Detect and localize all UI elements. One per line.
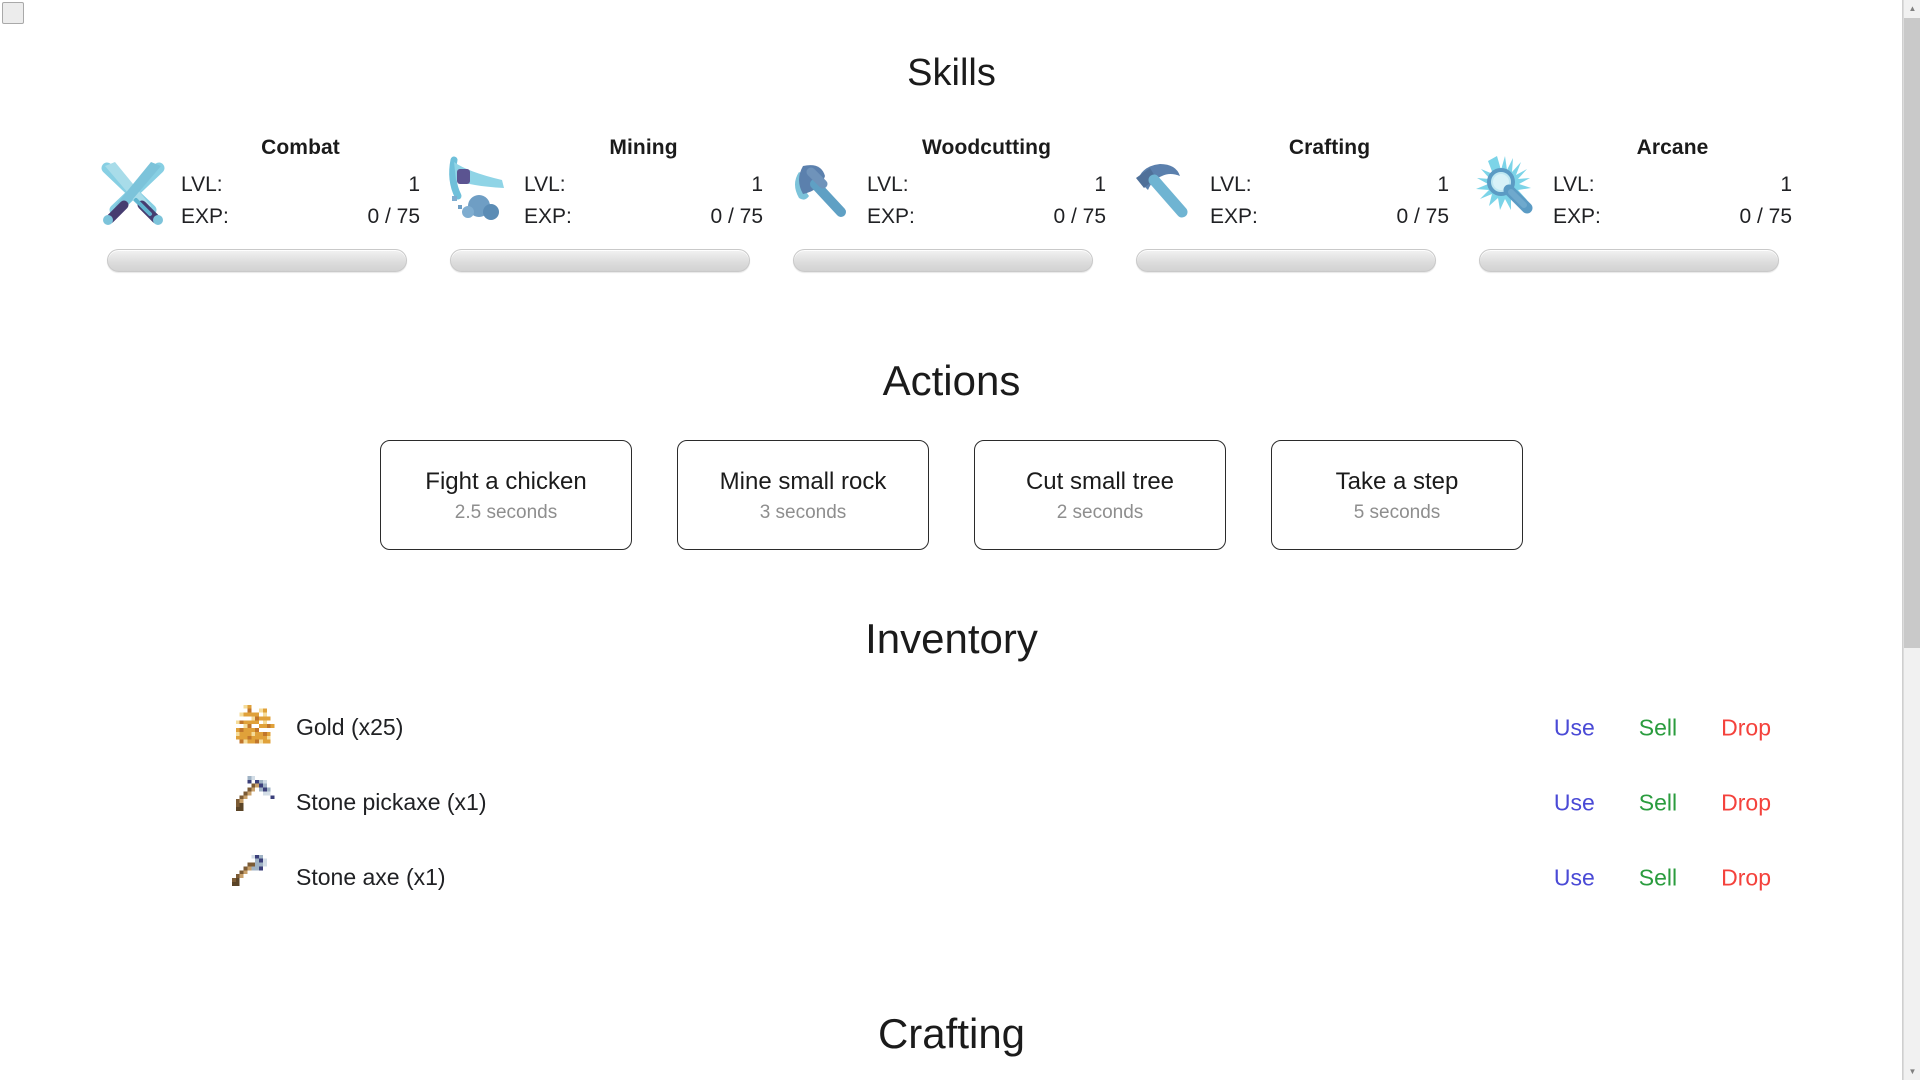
skill-name: Combat bbox=[261, 136, 340, 159]
action-label: Fight a chicken bbox=[425, 467, 587, 495]
use-button[interactable]: Use bbox=[1554, 789, 1595, 816]
skill-name: Arcane bbox=[1636, 136, 1709, 159]
skill-exp-line: EXP: 0 / 75 bbox=[524, 205, 763, 229]
exp-label: EXP: bbox=[867, 205, 915, 229]
skill-name: Crafting bbox=[1288, 136, 1371, 159]
inventory-list: Gold (x25) Use Sell Drop Stone pickaxe (… bbox=[0, 690, 1902, 915]
inventory-item-name: Stone axe (x1) bbox=[296, 864, 446, 890]
drop-button[interactable]: Drop bbox=[1721, 714, 1771, 741]
gold-coins-icon bbox=[228, 697, 290, 759]
page-viewport: Skills Combat LVL: 1 EXP: 0 / 75 Mining … bbox=[0, 0, 1903, 1080]
action-duration: 2.5 seconds bbox=[454, 501, 558, 523]
stone-pickaxe-icon bbox=[228, 772, 290, 834]
action-button-take-a-step[interactable]: Take a step 5 seconds bbox=[1271, 440, 1523, 550]
skill-name: Mining bbox=[609, 136, 678, 159]
exp-value: 0 / 75 bbox=[1396, 205, 1449, 229]
corner-control-box[interactable] bbox=[2, 2, 24, 24]
exp-value: 0 / 75 bbox=[710, 205, 763, 229]
scroll-down-arrow-icon[interactable]: ▼ bbox=[1904, 1063, 1920, 1080]
exp-label: EXP: bbox=[1210, 205, 1258, 229]
game-window: Skills Combat LVL: 1 EXP: 0 / 75 Mining … bbox=[0, 0, 1920, 1080]
skill-exp-line: EXP: 0 / 75 bbox=[181, 205, 420, 229]
xp-progress-bar bbox=[1136, 249, 1436, 273]
skill-level-line: LVL: 1 bbox=[1553, 173, 1792, 197]
exp-label: EXP: bbox=[524, 205, 572, 229]
action-duration: 2 seconds bbox=[1056, 501, 1144, 523]
skills-row: Combat LVL: 1 EXP: 0 / 75 Mining LVL: 1 … bbox=[95, 136, 1810, 273]
skill-level-line: LVL: 1 bbox=[524, 173, 763, 197]
action-button-fight-a-chicken[interactable]: Fight a chicken 2.5 seconds bbox=[380, 440, 632, 550]
use-button[interactable]: Use bbox=[1554, 714, 1595, 741]
magic-wand-icon bbox=[1467, 150, 1543, 226]
drop-button[interactable]: Drop bbox=[1721, 789, 1771, 816]
action-button-mine-small-rock[interactable]: Mine small rock 3 seconds bbox=[677, 440, 929, 550]
pickaxe-icon bbox=[438, 150, 514, 226]
lvl-value: 1 bbox=[1094, 173, 1106, 196]
xp-progress-bar bbox=[793, 249, 1093, 273]
skill-card-mining: Mining LVL: 1 EXP: 0 / 75 bbox=[438, 136, 781, 273]
actions-row: Fight a chicken 2.5 seconds Mine small r… bbox=[0, 440, 1902, 550]
inventory-row-actions: Use Sell Drop bbox=[1554, 789, 1771, 816]
exp-value: 0 / 75 bbox=[367, 205, 420, 229]
inventory-row-actions: Use Sell Drop bbox=[1554, 864, 1771, 891]
lvl-value: 1 bbox=[408, 173, 420, 196]
inventory-item-name: Gold (x25) bbox=[296, 714, 404, 740]
exp-value: 0 / 75 bbox=[1739, 205, 1792, 229]
lvl-label: LVL: bbox=[181, 173, 223, 196]
skill-level-line: LVL: 1 bbox=[181, 173, 420, 197]
skill-exp-line: EXP: 0 / 75 bbox=[1210, 205, 1449, 229]
sell-button[interactable]: Sell bbox=[1639, 789, 1677, 816]
inventory-heading: Inventory bbox=[865, 615, 1038, 662]
crafting-heading: Crafting bbox=[877, 1010, 1026, 1057]
action-button-cut-small-tree[interactable]: Cut small tree 2 seconds bbox=[974, 440, 1226, 550]
action-duration: 5 seconds bbox=[1353, 501, 1441, 523]
exp-value: 0 / 75 bbox=[1053, 205, 1106, 229]
xp-progress-bar bbox=[107, 249, 407, 273]
skill-card-crafting: Crafting LVL: 1 EXP: 0 / 75 bbox=[1124, 136, 1467, 273]
action-label: Cut small tree bbox=[1025, 467, 1175, 495]
skill-exp-line: EXP: 0 / 75 bbox=[1553, 205, 1792, 229]
drop-button[interactable]: Drop bbox=[1721, 864, 1771, 891]
inventory-row-stone-axe: Stone axe (x1) Use Sell Drop bbox=[0, 840, 1902, 915]
skill-exp-line: EXP: 0 / 75 bbox=[867, 205, 1106, 229]
skill-card-combat: Combat LVL: 1 EXP: 0 / 75 bbox=[95, 136, 438, 273]
skills-heading: Skills bbox=[907, 52, 996, 94]
hammer-icon bbox=[1124, 150, 1200, 226]
actions-heading: Actions bbox=[882, 357, 1021, 404]
stone-axe-icon bbox=[228, 847, 290, 909]
scrollbar-thumb[interactable] bbox=[1904, 18, 1920, 648]
vertical-scrollbar[interactable]: ▲ ▼ bbox=[1903, 0, 1920, 1080]
lvl-label: LVL: bbox=[1553, 173, 1595, 196]
lvl-label: LVL: bbox=[1210, 173, 1252, 196]
xp-progress-bar bbox=[450, 249, 750, 273]
lvl-label: LVL: bbox=[524, 173, 566, 196]
exp-label: EXP: bbox=[1553, 205, 1601, 229]
scroll-up-arrow-icon[interactable]: ▲ bbox=[1904, 0, 1920, 17]
sell-button[interactable]: Sell bbox=[1639, 714, 1677, 741]
inventory-row-actions: Use Sell Drop bbox=[1554, 714, 1771, 741]
inventory-row-gold: Gold (x25) Use Sell Drop bbox=[0, 690, 1902, 765]
skill-level-line: LVL: 1 bbox=[867, 173, 1106, 197]
lvl-value: 1 bbox=[751, 173, 763, 196]
axe-icon bbox=[781, 150, 857, 226]
skill-level-line: LVL: 1 bbox=[1210, 173, 1449, 197]
inventory-row-stone-pickaxe: Stone pickaxe (x1) Use Sell Drop bbox=[0, 765, 1902, 840]
xp-progress-bar bbox=[1479, 249, 1779, 273]
skill-name: Woodcutting bbox=[921, 136, 1051, 159]
crossed-swords-icon bbox=[95, 150, 171, 226]
skill-card-woodcutting: Woodcutting LVL: 1 EXP: 0 / 75 bbox=[781, 136, 1124, 273]
exp-label: EXP: bbox=[181, 205, 229, 229]
lvl-label: LVL: bbox=[867, 173, 909, 196]
lvl-value: 1 bbox=[1437, 173, 1449, 196]
action-duration: 3 seconds bbox=[759, 501, 847, 523]
action-label: Mine small rock bbox=[719, 467, 887, 495]
lvl-value: 1 bbox=[1780, 173, 1792, 196]
inventory-item-name: Stone pickaxe (x1) bbox=[296, 789, 487, 815]
use-button[interactable]: Use bbox=[1554, 864, 1595, 891]
action-label: Take a step bbox=[1335, 467, 1459, 495]
sell-button[interactable]: Sell bbox=[1639, 864, 1677, 891]
skill-card-arcane: Arcane LVL: 1 EXP: 0 / 75 bbox=[1467, 136, 1810, 273]
